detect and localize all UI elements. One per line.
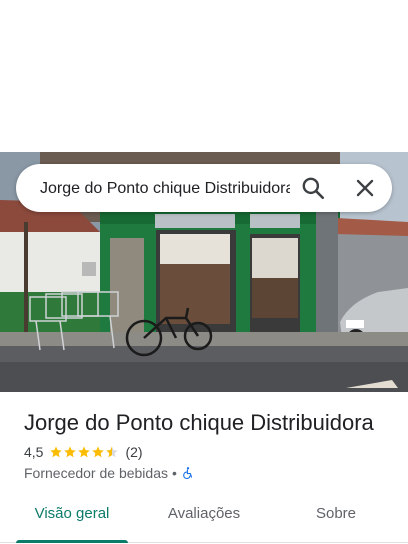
place-title: Jorge do Ponto chique Distribuidora xyxy=(24,410,374,435)
tab-about[interactable]: Sobre xyxy=(280,496,392,542)
rating-value: 4,5 xyxy=(24,444,44,460)
star-icon xyxy=(78,446,91,458)
close-icon[interactable] xyxy=(352,175,378,201)
star-icon xyxy=(92,446,105,458)
star-icon xyxy=(50,446,63,458)
separator-dot: • xyxy=(172,465,177,481)
tab-overview[interactable]: Visão geral xyxy=(16,496,128,543)
place-tabs: Visão geral Avaliações Sobre xyxy=(0,496,408,543)
half-star-icon xyxy=(106,446,119,458)
active-tab-indicator xyxy=(16,540,128,543)
category-row: Fornecedor de bebidas • xyxy=(24,463,195,483)
tab-overview-label: Visão geral xyxy=(34,505,110,522)
tab-reviews[interactable]: Avaliações xyxy=(148,496,260,542)
place-category: Fornecedor de bebidas xyxy=(24,465,168,481)
tab-about-label: Sobre xyxy=(315,505,357,522)
review-count[interactable]: (2) xyxy=(125,444,142,460)
wheelchair-icon xyxy=(183,467,192,480)
star-icon xyxy=(64,446,77,458)
search-icon[interactable] xyxy=(300,175,326,201)
star-rating xyxy=(49,445,119,459)
rating-row[interactable]: 4,5 (2) xyxy=(24,442,143,462)
blank-header-area xyxy=(0,0,408,152)
search-bar[interactable] xyxy=(16,164,392,212)
search-input[interactable] xyxy=(40,178,290,200)
tab-reviews-label: Avaliações xyxy=(167,505,241,522)
